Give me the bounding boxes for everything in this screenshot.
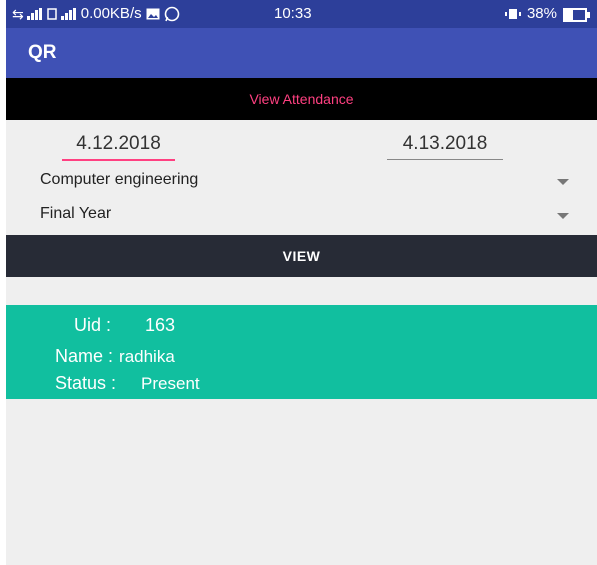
uid-value: 163	[145, 315, 176, 335]
status-left-group: ⇆ 0.00KB/s	[12, 0, 180, 28]
from-date-field[interactable]: 4.12.2018	[62, 133, 175, 161]
uid-row: Uid : 163	[74, 315, 175, 336]
sim-icon	[46, 8, 57, 20]
status-bar: ⇆ 0.00KB/s 10:33 38%	[6, 0, 597, 28]
app-screen: ⇆ 0.00KB/s 10:33 38% QR View Attendance …	[6, 0, 597, 565]
department-selected-value: Computer engineering	[40, 171, 199, 188]
status-right-group: 38%	[504, 0, 590, 28]
battery-percent: 38%	[526, 5, 557, 22]
battery-icon	[563, 7, 590, 22]
status-label: Status :	[55, 373, 117, 393]
app-bar: QR	[6, 28, 597, 78]
signal-icon	[26, 8, 42, 20]
dropdown-arrow-icon	[557, 179, 569, 185]
name-row: Name : radhika	[55, 346, 175, 367]
year-dropdown[interactable]: Final Year	[6, 201, 597, 231]
name-value: radhika	[119, 347, 175, 366]
name-label: Name :	[55, 346, 114, 366]
to-date-field[interactable]: 4.13.2018	[387, 133, 503, 160]
department-dropdown[interactable]: Computer engineering	[6, 167, 597, 197]
app-title: QR	[28, 42, 57, 63]
uid-label: Uid :	[74, 315, 112, 335]
clock: 10:33	[274, 5, 312, 22]
dropdown-arrow-icon	[557, 213, 569, 219]
data-transfer-icon: ⇆	[12, 6, 24, 22]
year-selected-value: Final Year	[40, 205, 112, 222]
whatsapp-icon	[164, 6, 179, 22]
battery-fill	[565, 9, 573, 20]
vibrate-icon	[504, 9, 521, 19]
attendance-record-card: Uid : 163 Name : radhika Status : Present	[6, 305, 597, 399]
signal-icon-2	[60, 8, 76, 20]
image-notification-icon	[146, 8, 160, 20]
view-button[interactable]: VIEW	[6, 235, 597, 277]
status-row: Status : Present	[55, 373, 200, 394]
view-attendance-header: View Attendance	[6, 78, 597, 120]
status-value: Present	[141, 374, 200, 393]
network-speed: 0.00KB/s	[80, 5, 142, 22]
